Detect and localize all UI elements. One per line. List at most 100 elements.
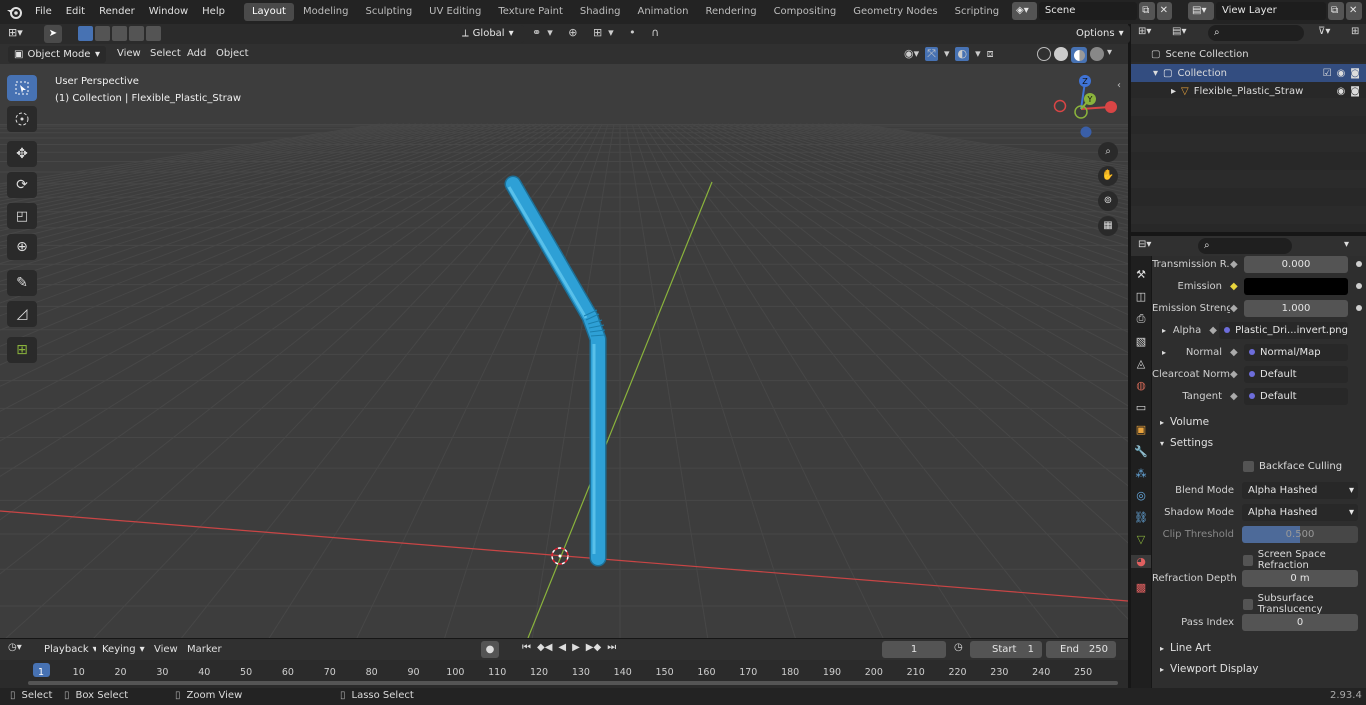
socket-icon[interactable]: ◆ xyxy=(1230,281,1244,292)
scene-name-field[interactable]: Scene xyxy=(1038,2,1138,20)
shadow-mode-dropdown[interactable]: Alpha Hashed ▾ xyxy=(1242,503,1358,521)
viewport-visibility-icons[interactable]: ◉▾ ⤧ ▾ ◐ ▾ ⧈ xyxy=(904,47,994,61)
menu-window[interactable]: Window xyxy=(142,0,195,24)
collection-tab-icon[interactable]: ▭ xyxy=(1136,401,1146,414)
gizmo-icon[interactable]: ⤧ xyxy=(925,47,938,61)
subsurface-translucency-checkbox[interactable]: Subsurface Translucency xyxy=(1243,593,1366,615)
tab-animation[interactable]: Animation xyxy=(630,3,697,21)
auto-keying-icon[interactable]: ● xyxy=(481,641,499,658)
volume-panel-header[interactable]: ▸ Volume xyxy=(1152,412,1362,432)
view-layer-icon[interactable]: ▤▾ xyxy=(1188,2,1214,20)
tab-rendering[interactable]: Rendering xyxy=(697,3,764,21)
camera-icon[interactable]: ◙ xyxy=(1350,86,1360,97)
clip-threshold-slider[interactable]: 0.500 xyxy=(1242,525,1358,543)
move-tool-icon[interactable]: ✥ xyxy=(7,141,37,167)
shading-mode-icons[interactable]: ▾ xyxy=(1037,47,1112,63)
delete-view-layer-icon[interactable]: ✕ xyxy=(1346,2,1362,20)
texture-tab-icon[interactable]: ▩ xyxy=(1136,581,1146,594)
transmission-roughness-field[interactable]: 0.000 xyxy=(1244,255,1348,273)
scene-selector[interactable]: ◈▾ Scene ⧉ ✕ xyxy=(1012,2,1173,20)
camera-icon[interactable]: ◙ xyxy=(1350,68,1360,79)
end-frame-field[interactable]: End 250 xyxy=(1046,641,1116,658)
xray-icon[interactable]: ⧈ xyxy=(987,47,994,61)
filter-icon[interactable]: ⊽▾ xyxy=(1318,26,1330,37)
tab-shading[interactable]: Shading xyxy=(572,3,629,21)
annotate-tool-icon[interactable]: ✎ xyxy=(7,270,37,296)
keyframe-dot-icon[interactable] xyxy=(1348,281,1362,292)
expand-arrow-icon[interactable]: ▸ xyxy=(1171,86,1176,97)
solid-shading-icon[interactable] xyxy=(1054,47,1068,61)
selection-mode-icons[interactable] xyxy=(78,26,161,41)
properties-search-input[interactable]: ⌕ xyxy=(1198,238,1292,254)
tab-geometry-nodes[interactable]: Geometry Nodes xyxy=(845,3,945,21)
socket-icon[interactable]: ◆ xyxy=(1209,325,1219,336)
tab-scripting[interactable]: Scripting xyxy=(947,3,1007,21)
emission-strength-field[interactable]: 1.000 xyxy=(1244,299,1348,317)
outliner-search-input[interactable]: ⌕ xyxy=(1208,25,1304,41)
next-keyframe-icon[interactable]: ▶◆ xyxy=(586,642,601,653)
select-new-icon[interactable] xyxy=(78,26,93,41)
socket-icon[interactable]: ◆ xyxy=(1230,303,1244,314)
jump-end-icon[interactable]: ⏭ xyxy=(607,642,616,653)
sidebar-toggle-icon[interactable]: ‹ xyxy=(1117,80,1121,91)
modifier-tab-icon[interactable]: 🔧 xyxy=(1134,445,1148,458)
outliner-display-mode-icon[interactable]: ▤▾ xyxy=(1172,26,1186,37)
select-subtract-icon[interactable] xyxy=(112,26,127,41)
play-icon[interactable]: ▶ xyxy=(572,642,580,653)
start-frame-field[interactable]: Start 1 xyxy=(970,641,1042,658)
viewport-display-panel-header[interactable]: ▸ Viewport Display xyxy=(1152,659,1362,679)
new-collection-icon[interactable]: ⊞ xyxy=(1351,26,1359,37)
menu-file[interactable]: File xyxy=(28,0,59,24)
overlay-icon[interactable]: ◐ xyxy=(955,47,970,61)
tab-sculpting[interactable]: Sculpting xyxy=(357,3,420,21)
line-art-panel-header[interactable]: ▸ Line Art xyxy=(1152,638,1362,658)
timeline-scrollbar[interactable] xyxy=(28,681,1118,685)
editor-type-icon[interactable]: ⊞▾ xyxy=(8,26,23,39)
select-box-tool-icon[interactable] xyxy=(7,75,37,101)
keyframe-dot-icon[interactable] xyxy=(1348,259,1362,270)
new-view-layer-icon[interactable]: ⧉ xyxy=(1328,2,1344,20)
socket-icon[interactable]: ◆ xyxy=(1230,259,1244,270)
properties-editor-icon[interactable]: ⊟▾ xyxy=(1138,239,1151,250)
normal-link-field[interactable]: Normal/Map xyxy=(1244,343,1348,361)
scale-tool-icon[interactable]: ◰ xyxy=(7,203,37,229)
expand-arrow-icon[interactable]: ▾ xyxy=(1153,68,1158,79)
output-tab-icon[interactable]: ⎙ xyxy=(1137,312,1146,326)
blender-logo-icon[interactable] xyxy=(0,0,28,24)
menu-edit[interactable]: Edit xyxy=(59,0,92,24)
play-reverse-icon[interactable]: ◀ xyxy=(558,642,566,653)
3d-viewport[interactable]: User Perspective (1) Collection | Flexib… xyxy=(0,64,1128,638)
outliner-row-collection[interactable]: ▾ ▢ Collection ☑ ◉ ◙ xyxy=(1131,64,1366,82)
perspective-toggle-icon[interactable]: ▦ xyxy=(1098,216,1118,236)
eye-icon[interactable]: ◉ xyxy=(1337,86,1346,97)
world-tab-icon[interactable]: ◍ xyxy=(1136,379,1146,392)
view-layer-selector[interactable]: ▤▾ View Layer ⧉ ✕ xyxy=(1188,2,1364,20)
pass-index-field[interactable]: 0 xyxy=(1242,613,1358,631)
current-frame-field[interactable]: 1 xyxy=(882,641,946,658)
pan-hand-icon[interactable]: ✋ xyxy=(1098,166,1118,186)
pivot-snap-icons[interactable]: ⚭▾ ⊕ ⊞▾ • ∩ xyxy=(532,26,665,39)
material-tab-icon[interactable]: ◕ xyxy=(1131,555,1151,568)
socket-icon[interactable]: ◆ xyxy=(1230,369,1244,380)
eye-icon[interactable]: ◉ xyxy=(1337,68,1346,79)
chevron-down-icon[interactable]: ▾ xyxy=(1344,239,1349,250)
transform-orientation-dropdown[interactable]: ⟂ Global ▾ xyxy=(456,25,524,43)
visibility-icon[interactable]: ◉▾ xyxy=(904,47,919,61)
rotate-tool-icon[interactable]: ⟳ xyxy=(7,172,37,198)
socket-icon[interactable]: ◆ xyxy=(1230,391,1244,402)
menu-help[interactable]: Help xyxy=(195,0,232,24)
delete-scene-icon[interactable]: ✕ xyxy=(1156,2,1173,20)
object-tab-icon[interactable]: ▣ xyxy=(1136,423,1146,436)
wireframe-shading-icon[interactable] xyxy=(1037,47,1051,61)
alpha-link-field[interactable]: Plastic_Dri...invert.png xyxy=(1219,321,1348,339)
prev-keyframe-icon[interactable]: ◆◀ xyxy=(537,642,552,653)
data-tab-icon[interactable]: ▽ xyxy=(1137,533,1145,546)
tangent-field[interactable]: Default xyxy=(1244,387,1348,405)
active-tool-icon[interactable]: ➤ xyxy=(44,25,62,43)
expand-arrow-icon[interactable]: ▸ xyxy=(1162,326,1166,335)
select-intersect-icon[interactable] xyxy=(146,26,161,41)
checkbox-icon[interactable]: ☑ xyxy=(1323,68,1332,79)
outliner-row-scene-collection[interactable]: ▢ Scene Collection xyxy=(1151,49,1249,60)
render-tab-icon[interactable]: ◫ xyxy=(1136,290,1146,303)
measure-tool-icon[interactable]: ◿ xyxy=(7,301,37,327)
